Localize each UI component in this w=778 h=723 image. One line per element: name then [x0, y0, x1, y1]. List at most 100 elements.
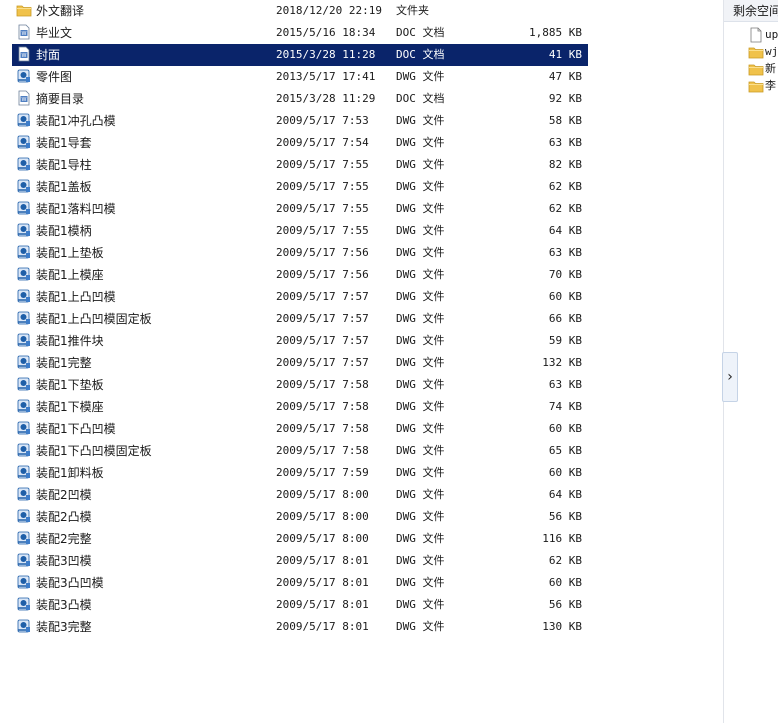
file-icon: [748, 27, 764, 43]
dwg-icon: [16, 178, 34, 196]
file-type: DWG 文件: [396, 114, 445, 127]
file-row[interactable]: W 毕业文 2015/5/16 18:34 DOC 文档 1,885 KB: [12, 22, 588, 44]
file-row[interactable]: 外文翻译 2018/12/20 22:19 文件夹: [12, 0, 588, 22]
file-type: DWG 文件: [396, 378, 445, 391]
file-date: 2009/5/17 7:57: [276, 334, 369, 347]
file-name: 装配1卸料板: [36, 466, 104, 480]
file-size: 63 KB: [548, 378, 582, 391]
file-size: 65 KB: [548, 444, 582, 457]
file-row[interactable]: W 摘要目录 2015/3/28 11:29 DOC 文档 92 KB: [12, 88, 588, 110]
file-row[interactable]: 装配3完整 2009/5/17 8:01 DWG 文件 130 KB: [12, 616, 588, 638]
file-size: 1,885 KB: [529, 26, 582, 39]
file-name: 装配1上模座: [36, 268, 104, 282]
file-list: 外文翻译 2018/12/20 22:19 文件夹 W 毕业文 2015/5/16 18:…: [12, 0, 588, 638]
file-type: DWG 文件: [396, 290, 445, 303]
file-row[interactable]: 装配1上模座 2009/5/17 7:56 DWG 文件 70 KB: [12, 264, 588, 286]
file-date: 2009/5/17 8:01: [276, 598, 369, 611]
file-row[interactable]: 装配1下凸凹模固定板 2009/5/17 7:58 DWG 文件 65 KB: [12, 440, 588, 462]
folder-icon: [748, 61, 764, 77]
file-row[interactable]: 装配2凹模 2009/5/17 8:00 DWG 文件 64 KB: [12, 484, 588, 506]
file-date: 2018/12/20 22:19: [276, 4, 382, 17]
file-name: 装配1推件块: [36, 334, 104, 348]
file-name: 装配1上垫板: [36, 246, 104, 260]
file-row[interactable]: 装配1上凸凹模 2009/5/17 7:57 DWG 文件 60 KB: [12, 286, 588, 308]
file-type: DWG 文件: [396, 444, 445, 457]
file-type: DWG 文件: [396, 312, 445, 325]
file-size: 60 KB: [548, 422, 582, 435]
file-date: 2009/5/17 8:00: [276, 510, 369, 523]
file-size: 62 KB: [548, 554, 582, 567]
file-row[interactable]: 装配1模柄 2009/5/17 7:55 DWG 文件 64 KB: [12, 220, 588, 242]
file-date: 2009/5/17 7:56: [276, 268, 369, 281]
file-row[interactable]: 装配3凹模 2009/5/17 8:01 DWG 文件 62 KB: [12, 550, 588, 572]
file-size: 64 KB: [548, 224, 582, 237]
dwg-icon: [16, 288, 34, 306]
file-row[interactable]: 装配1推件块 2009/5/17 7:57 DWG 文件 59 KB: [12, 330, 588, 352]
file-name: 装配1模柄: [36, 224, 92, 238]
file-name: 装配1落料凹模: [36, 202, 116, 216]
file-type: DWG 文件: [396, 334, 445, 347]
file-date: 2009/5/17 8:01: [276, 554, 369, 567]
file-row[interactable]: 装配1落料凹模 2009/5/17 7:55 DWG 文件 62 KB: [12, 198, 588, 220]
file-row[interactable]: 装配2凸模 2009/5/17 8:00 DWG 文件 56 KB: [12, 506, 588, 528]
file-row[interactable]: 装配1下垫板 2009/5/17 7:58 DWG 文件 63 KB: [12, 374, 588, 396]
file-size: 60 KB: [548, 576, 582, 589]
file-row[interactable]: 装配1盖板 2009/5/17 7:55 DWG 文件 62 KB: [12, 176, 588, 198]
file-name: 装配1上凸凹模固定板: [36, 312, 152, 326]
file-name: 装配1冲孔凸模: [36, 114, 116, 128]
file-row[interactable]: 装配1下模座 2009/5/17 7:58 DWG 文件 74 KB: [12, 396, 588, 418]
collapse-panel-button[interactable]: ›: [722, 352, 738, 402]
dwg-icon: [16, 552, 34, 570]
file-type: DWG 文件: [396, 620, 445, 633]
file-row[interactable]: 装配1上凸凹模固定板 2009/5/17 7:57 DWG 文件 66 KB: [12, 308, 588, 330]
file-type: DWG 文件: [396, 576, 445, 589]
tree-item-label: wj: [765, 45, 778, 58]
file-name: 装配3凸模: [36, 598, 92, 612]
file-type: DWG 文件: [396, 532, 445, 545]
dwg-icon: [16, 354, 34, 372]
file-row[interactable]: 装配1导套 2009/5/17 7:54 DWG 文件 63 KB: [12, 132, 588, 154]
file-name: 零件图: [36, 70, 73, 84]
file-type: DWG 文件: [396, 202, 445, 215]
file-row[interactable]: W 封面 2015/3/28 11:28 DOC 文档 41 KB: [12, 44, 588, 66]
file-date: 2009/5/17 8:00: [276, 532, 369, 545]
file-name: 封面: [36, 48, 61, 62]
file-size: 47 KB: [548, 70, 582, 83]
file-name: 装配3凸凹模: [36, 576, 104, 590]
file-row[interactable]: 装配1下凸凹模 2009/5/17 7:58 DWG 文件 60 KB: [12, 418, 588, 440]
file-type: DWG 文件: [396, 136, 445, 149]
file-name: 装配1导套: [36, 136, 92, 150]
svg-text:W: W: [22, 97, 27, 103]
file-size: 116 KB: [542, 532, 582, 545]
dwg-icon: [16, 442, 34, 460]
file-row[interactable]: 装配1上垫板 2009/5/17 7:56 DWG 文件 63 KB: [12, 242, 588, 264]
file-name: 装配1完整: [36, 356, 92, 370]
file-type: DWG 文件: [396, 180, 445, 193]
file-row[interactable]: 装配3凸凹模 2009/5/17 8:01 DWG 文件 60 KB: [12, 572, 588, 594]
file-row[interactable]: 零件图 2013/5/17 17:41 DWG 文件 47 KB: [12, 66, 588, 88]
file-row[interactable]: 装配1卸料板 2009/5/17 7:59 DWG 文件 60 KB: [12, 462, 588, 484]
file-row[interactable]: 装配2完整 2009/5/17 8:00 DWG 文件 116 KB: [12, 528, 588, 550]
file-row[interactable]: 装配1完整 2009/5/17 7:57 DWG 文件 132 KB: [12, 352, 588, 374]
file-row[interactable]: 装配3凸模 2009/5/17 8:01 DWG 文件 56 KB: [12, 594, 588, 616]
file-date: 2009/5/17 8:00: [276, 488, 369, 501]
dwg-icon: [16, 464, 34, 482]
file-type: DWG 文件: [396, 70, 445, 83]
file-row[interactable]: 装配1导柱 2009/5/17 7:55 DWG 文件 82 KB: [12, 154, 588, 176]
file-type: DWG 文件: [396, 422, 445, 435]
file-size: 132 KB: [542, 356, 582, 369]
dwg-icon: [16, 486, 34, 504]
folder-icon: [748, 44, 764, 60]
file-type: DWG 文件: [396, 488, 445, 501]
dwg-icon: [16, 332, 34, 350]
file-size: 66 KB: [548, 312, 582, 325]
svg-text:W: W: [22, 31, 27, 37]
file-name: 装配2凹模: [36, 488, 92, 502]
file-date: 2009/5/17 7:57: [276, 312, 369, 325]
file-row[interactable]: 装配1冲孔凸模 2009/5/17 7:53 DWG 文件 58 KB: [12, 110, 588, 132]
file-date: 2009/5/17 7:56: [276, 246, 369, 259]
file-size: 64 KB: [548, 488, 582, 501]
doc-icon: W: [16, 24, 34, 42]
file-date: 2009/5/17 7:55: [276, 158, 369, 171]
dwg-icon: [16, 68, 34, 86]
